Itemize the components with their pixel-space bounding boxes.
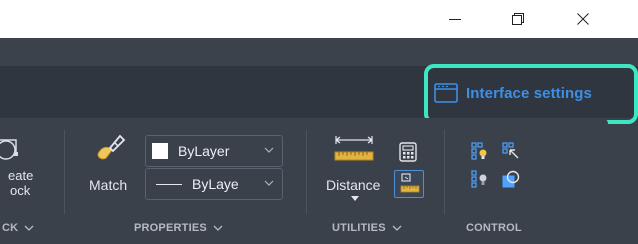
linetype-glyph xyxy=(156,183,182,185)
menu-bar xyxy=(0,38,638,66)
minimize-icon xyxy=(449,19,461,20)
create-block-label-line2: ock xyxy=(10,183,31,198)
block-panel-label: CK xyxy=(2,222,19,234)
interface-settings-link[interactable]: Interface settings xyxy=(434,80,592,106)
close-button[interactable] xyxy=(560,0,606,38)
panel-divider xyxy=(444,130,445,214)
calculator-icon[interactable] xyxy=(399,142,417,162)
minimize-button[interactable] xyxy=(432,0,478,38)
dropdown-arrow-icon[interactable] xyxy=(351,196,359,201)
block-panel-header[interactable]: CK xyxy=(2,222,34,234)
title-bar xyxy=(0,0,638,38)
control-grid-bulb-icon[interactable] xyxy=(471,142,489,160)
color-dropdown[interactable]: ByLayer xyxy=(145,135,283,167)
distance-label: Distance xyxy=(326,177,381,193)
color-value: ByLayer xyxy=(178,143,230,159)
chevron-down-icon xyxy=(213,225,223,231)
interface-settings-label: Interface settings xyxy=(466,84,593,102)
match-label: Match xyxy=(89,177,128,193)
utilities-panel-header[interactable]: UTILITIES xyxy=(332,222,402,234)
properties-panel-label: PROPERTIES xyxy=(134,222,207,234)
measure-area-button[interactable] xyxy=(394,170,424,198)
utilities-panel-label: UTILITIES xyxy=(332,222,386,234)
panel-divider xyxy=(306,130,307,214)
chevron-down-icon xyxy=(24,225,34,231)
distance-icon[interactable] xyxy=(332,134,376,164)
measure-area-icon xyxy=(400,173,420,193)
control-panel-label: CONTROL xyxy=(466,222,522,234)
chevron-down-icon xyxy=(264,180,274,186)
control-isolate-icon[interactable] xyxy=(502,170,520,188)
linetype-dropdown[interactable]: ByLaye xyxy=(145,168,283,200)
match-properties-icon[interactable] xyxy=(92,132,126,164)
maximize-button[interactable] xyxy=(495,0,541,38)
interface-settings-icon xyxy=(434,83,458,103)
maximize-icon xyxy=(512,13,524,25)
control-panel-header[interactable]: CONTROL xyxy=(466,222,522,234)
linetype-value: ByLaye xyxy=(192,176,239,192)
control-bulb-off-icon[interactable] xyxy=(471,170,489,188)
control-select-icon[interactable] xyxy=(502,142,520,160)
chevron-down-icon xyxy=(264,147,274,153)
panel-divider xyxy=(64,130,65,214)
color-swatch xyxy=(152,143,168,159)
close-icon xyxy=(577,13,589,25)
chevron-down-icon xyxy=(392,225,402,231)
create-block-label-line1: eate xyxy=(8,168,34,183)
create-block-icon[interactable] xyxy=(0,128,36,164)
properties-panel-header[interactable]: PROPERTIES xyxy=(134,222,223,234)
